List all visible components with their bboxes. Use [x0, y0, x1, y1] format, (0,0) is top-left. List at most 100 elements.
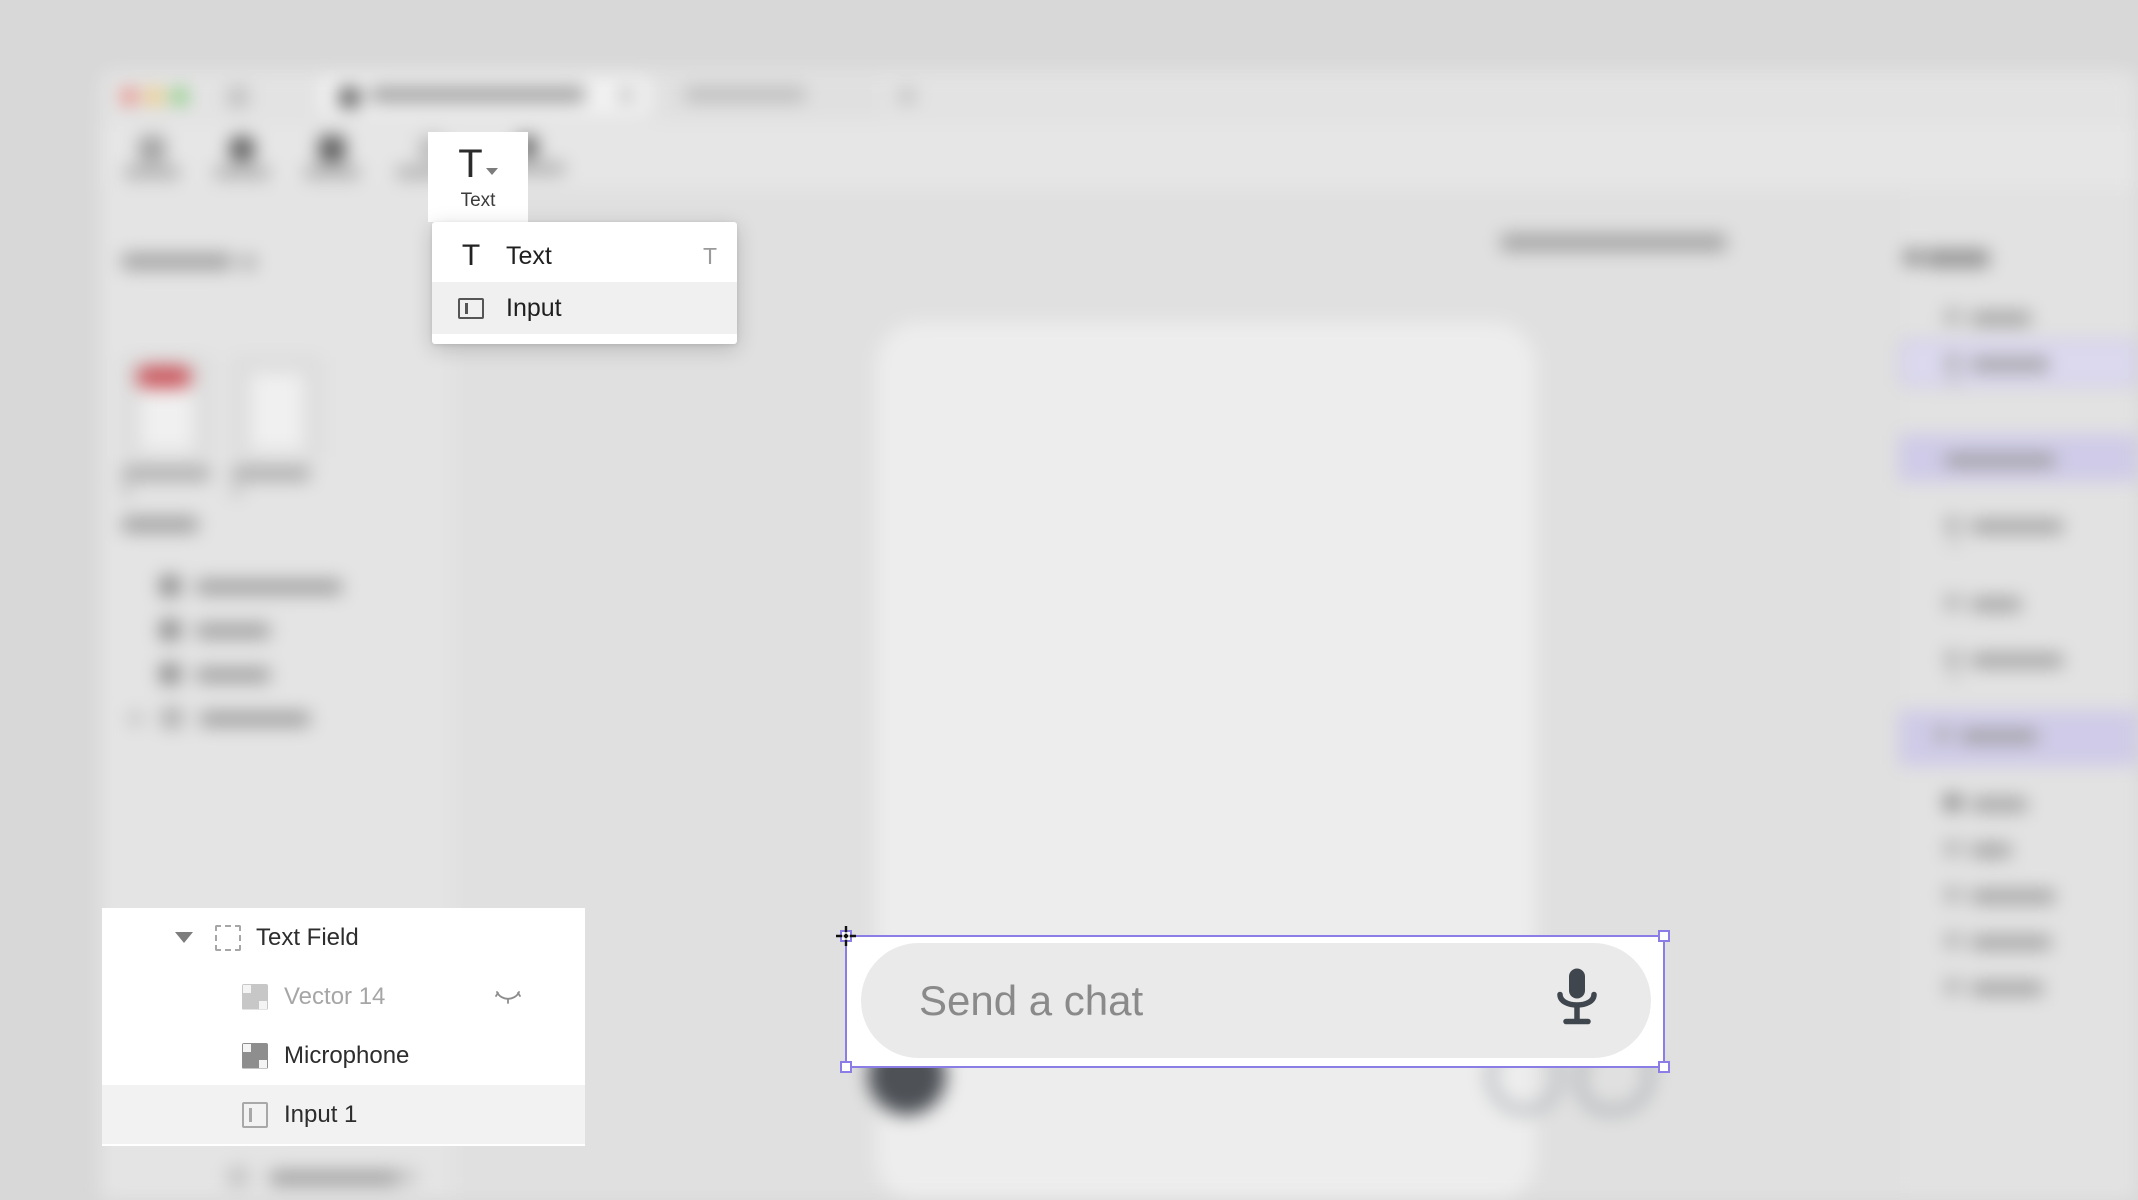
menu-item-text[interactable]: T Text T [432, 230, 737, 282]
layer-row-text-field[interactable]: Text Field [102, 908, 585, 967]
layer-icon [160, 576, 180, 596]
sidebar-toggle-icon[interactable] [228, 87, 248, 107]
text-tool-icon-row: T [458, 142, 498, 186]
layer-label [196, 668, 270, 682]
right-properties-panel [1898, 192, 2138, 1200]
panel-row-label [1971, 520, 2063, 533]
layer-label-input-1: Input 1 [284, 1100, 358, 1128]
text-T-icon: T [458, 142, 483, 186]
panel-row-7[interactable] [1899, 712, 2138, 758]
panel-row-6[interactable] [1899, 636, 2138, 682]
text-tool-button[interactable]: T Text [428, 132, 528, 222]
panel-row-11[interactable] [1899, 918, 2138, 964]
panel-row-5[interactable] [1899, 580, 2138, 626]
toolbar-label-2 [214, 167, 270, 178]
panel-row-sub [1949, 671, 1959, 680]
panel-row-icon [1945, 841, 1960, 856]
layer-row-blurred-bottom[interactable] [100, 1155, 455, 1199]
layer-label [196, 624, 270, 638]
layer-icon [160, 664, 180, 684]
minimize-window-button[interactable] [147, 89, 162, 104]
vector-icon [242, 983, 268, 1010]
frame-icon [215, 924, 241, 951]
asset-card-2-label [232, 467, 310, 480]
layer-icon [160, 620, 180, 640]
layer-icon [228, 1167, 248, 1187]
panel-row-label [1971, 844, 2011, 857]
panel-row-12[interactable] [1899, 964, 2138, 1010]
layer-label [200, 712, 310, 726]
panel-row-icon [1945, 595, 1960, 610]
asset-card-1[interactable] [122, 357, 212, 457]
eye-hidden-icon[interactable] [495, 990, 521, 1004]
panel-row-icon [1935, 727, 1950, 742]
toolbar-item-3[interactable] [290, 130, 374, 184]
tab-close-icon[interactable] [620, 89, 633, 102]
asset-card-1-label [122, 467, 210, 480]
panel-row-3[interactable] [1899, 434, 2138, 480]
main-toolbar [100, 120, 2138, 192]
assets-section-caret[interactable] [242, 256, 255, 269]
toolbar-label-3 [304, 167, 360, 178]
panel-row-label [1961, 730, 2037, 743]
toolbar-item-1[interactable] [110, 130, 194, 184]
close-window-button[interactable] [122, 89, 137, 104]
chat-input-placeholder: Send a chat [919, 976, 1144, 1024]
chevron-down-icon[interactable] [485, 167, 498, 175]
panel-row-8[interactable] [1899, 780, 2138, 826]
layer-label-vector-14: Vector 14 [284, 982, 386, 1010]
layer-visibility-icon[interactable] [400, 1169, 416, 1185]
microphone-icon[interactable] [1551, 965, 1603, 1036]
panel-row-icon [1945, 887, 1960, 902]
panel-row-label [1971, 358, 2049, 371]
input-field-icon [456, 297, 486, 319]
asset-card-1-badge [136, 366, 192, 388]
panel-row-10[interactable] [1899, 872, 2138, 918]
tab-active-title [370, 87, 585, 102]
layer-row-microphone[interactable]: Microphone [102, 1026, 585, 1085]
layers-panel-focused: Text Field Vector 14 Microphone Input 1 [102, 908, 585, 1146]
menu-item-input[interactable]: Input [432, 282, 737, 334]
panel-row-1[interactable] [1899, 294, 2138, 340]
toolbar-icon-2 [229, 136, 255, 162]
panel-row-sub [1949, 537, 1959, 546]
chat-input-pill[interactable]: Send a chat [861, 943, 1651, 1058]
layer-row-blurred-2[interactable] [100, 608, 455, 652]
expand-caret-icon[interactable] [175, 932, 193, 943]
asset-card-2[interactable] [232, 357, 322, 457]
menu-item-text-shortcut: T [702, 242, 717, 269]
menu-item-input-label: Input [506, 293, 562, 322]
window-titlebar [100, 70, 2138, 120]
layer-row-blurred-4[interactable] [100, 696, 455, 740]
panel-row-icon [1945, 651, 1960, 666]
layer-expand-caret[interactable] [130, 713, 141, 724]
panel-row-label [1945, 454, 2055, 467]
layer-row-blurred-3[interactable] [100, 652, 455, 696]
toolbar-item-2[interactable] [200, 130, 284, 184]
menu-item-text-label: Text [506, 241, 552, 270]
layer-label-microphone: Microphone [284, 1041, 410, 1069]
panel-row-9[interactable] [1899, 826, 2138, 872]
text-T-icon: T [461, 239, 481, 272]
layer-row-vector-14[interactable]: Vector 14 [102, 967, 585, 1026]
panel-row-label [1971, 982, 2043, 995]
input-field-icon [242, 1101, 268, 1128]
text-tool-dropdown-menu[interactable]: T Text T Input [432, 222, 737, 344]
layer-row-input-1[interactable]: Input 1 [102, 1085, 585, 1144]
panel-row-label [1971, 654, 2063, 667]
screen-root: T Text T Text T Input Text Field Vector … [0, 0, 2138, 1200]
tab-inactive-title [685, 88, 805, 101]
vector-icon [242, 1042, 268, 1069]
panel-row-4[interactable] [1899, 502, 2138, 548]
frame-title-label [1501, 234, 1726, 251]
panel-row-2[interactable] [1899, 340, 2138, 386]
maximize-window-button[interactable] [172, 89, 187, 104]
layer-row-blurred-1[interactable] [100, 564, 455, 608]
panel-row-label [1971, 936, 2051, 949]
toolbar-icon-3 [319, 136, 345, 162]
layer-label [270, 1171, 398, 1185]
panel-row-icon [1945, 355, 1960, 370]
new-tab-icon[interactable] [900, 89, 914, 103]
canvas-selected-input[interactable]: Send a chat [845, 935, 1665, 1068]
panel-row-icon [1945, 933, 1960, 948]
